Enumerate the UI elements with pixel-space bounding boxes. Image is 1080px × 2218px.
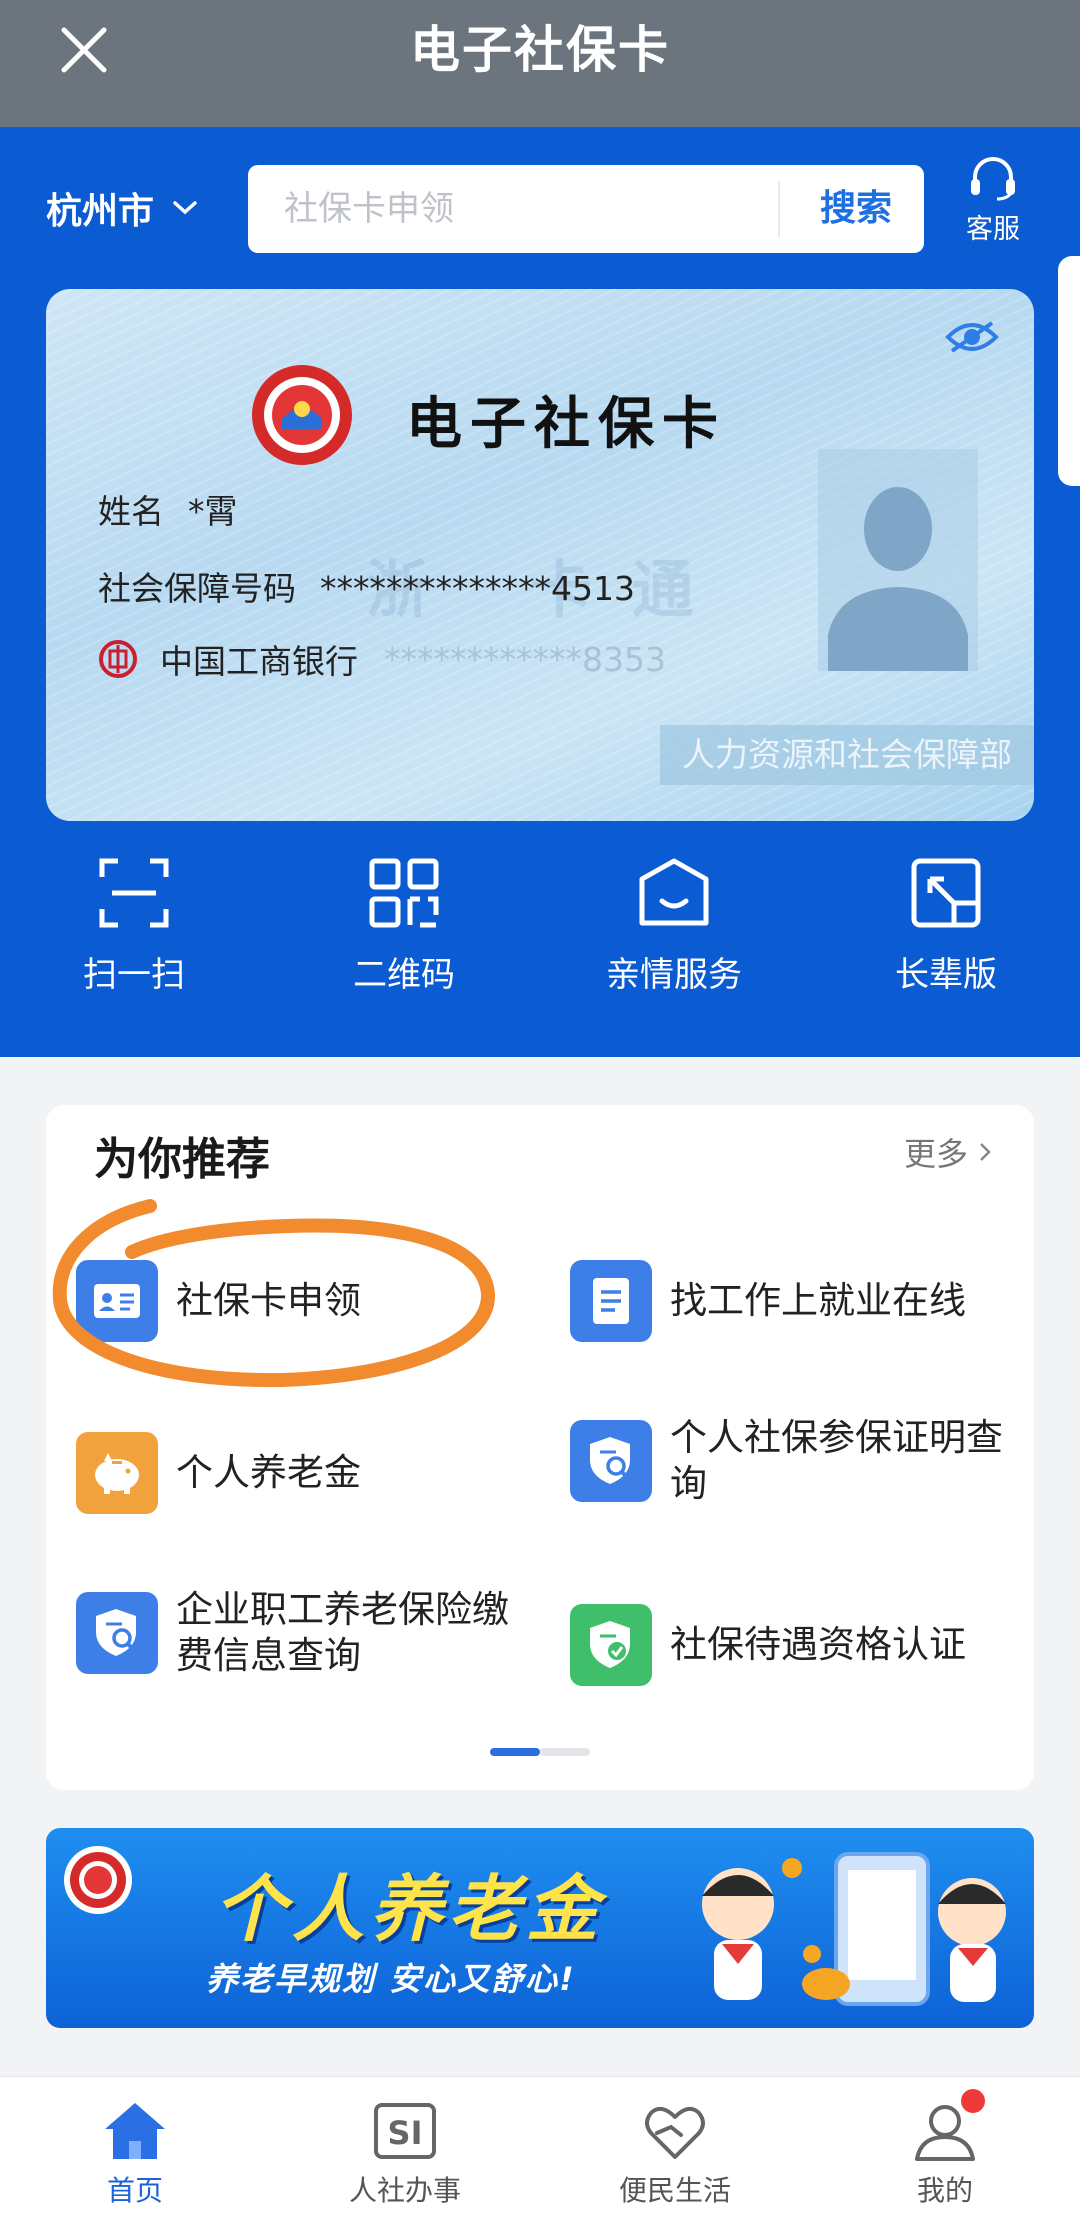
- cartoon-kids-illustration-icon: [702, 1852, 1006, 2006]
- qrcode-button[interactable]: 二维码: [304, 857, 504, 996]
- rec-item-qualification-auth[interactable]: 社保待遇资格认证: [570, 1604, 1010, 1686]
- highlight-annotation: [52, 1199, 496, 1388]
- piggy-bank-icon: [76, 1432, 158, 1514]
- ssn-value: **************4513: [320, 569, 635, 608]
- shield-search-icon: [570, 1420, 652, 1502]
- rec-item-job-search[interactable]: 找工作上就业在线: [570, 1260, 1010, 1342]
- search-button[interactable]: 搜索: [788, 165, 924, 253]
- rec-item-label: 个人养老金: [176, 1451, 361, 1494]
- document-icon: [570, 1260, 652, 1342]
- headset-icon: [971, 157, 1015, 201]
- page-dot: [540, 1748, 590, 1756]
- social-security-logo-icon: [252, 365, 352, 465]
- scan-label: 扫一扫: [83, 955, 185, 995]
- card-ssn-row: 社会保障号码 **************4513: [98, 562, 635, 610]
- scan-button[interactable]: 扫一扫: [34, 857, 234, 996]
- ssn-label: 社会保障号码: [98, 569, 296, 608]
- shield-check-icon: [570, 1604, 652, 1686]
- rec-item-insurance-certificate[interactable]: 个人社保参保证明查询: [570, 1415, 1010, 1507]
- card-bank-row: 中国工商银行 ************8353: [98, 635, 666, 683]
- customer-service-button[interactable]: 客服: [960, 155, 1026, 246]
- tab-life[interactable]: 便民生活: [540, 2077, 810, 2218]
- chevron-down-icon: [173, 201, 197, 215]
- family-service-button[interactable]: 亲情服务: [574, 857, 774, 996]
- elder-mode-label: 长辈版: [895, 955, 997, 995]
- rec-item-label: 找工作上就业在线: [670, 1279, 966, 1322]
- avatar: [818, 449, 978, 671]
- family-service-label: 亲情服务: [606, 955, 742, 995]
- tab-services[interactable]: SI 人社办事: [270, 2077, 540, 2218]
- rec-item-label: 企业职工养老保险缴费信息查询: [176, 1588, 509, 1677]
- tab-label: 人社办事: [348, 2174, 461, 2207]
- hero-section: 杭州市 搜索 客服 浙 卡通 电子社保卡: [0, 127, 1080, 1057]
- si-icon: SI: [374, 2103, 436, 2159]
- banner-title: 个人养老金: [214, 1867, 605, 1951]
- elder-mode-button[interactable]: 长辈版: [846, 857, 1046, 996]
- search-divider: [778, 181, 780, 237]
- more-link[interactable]: 更多: [904, 1129, 992, 1175]
- heart-hand-icon: [645, 2106, 705, 2159]
- tab-label: 我的: [916, 2174, 973, 2207]
- title-bar: 电子社保卡: [0, 0, 1080, 127]
- page-dot-active: [490, 1748, 540, 1756]
- search-input[interactable]: [284, 165, 774, 253]
- tab-label: 首页: [106, 2174, 163, 2207]
- tab-label: 便民生活: [618, 2174, 731, 2207]
- rec-item-label: 社保待遇资格认证: [670, 1623, 966, 1666]
- card-title: 电子社保卡: [406, 391, 726, 457]
- rec-item-personal-pension[interactable]: 个人养老金: [76, 1432, 516, 1514]
- name-label: 姓名: [98, 492, 164, 531]
- qrcode-icon: [369, 858, 439, 928]
- icbc-logo-icon: [99, 640, 137, 678]
- more-label: 更多: [903, 1135, 968, 1173]
- bottom-tab-bar: 首页 SI 人社办事 便民生活 我的: [0, 2076, 1080, 2218]
- pension-banner[interactable]: 个人养老金 养老早规划 安心又舒心!: [46, 1828, 1034, 2028]
- search-box: 搜索: [248, 165, 924, 253]
- tab-home[interactable]: 首页: [0, 2077, 270, 2218]
- city-label: 杭州市: [46, 191, 155, 232]
- shield-search-icon: [76, 1592, 158, 1674]
- qrcode-label: 二维码: [353, 955, 455, 995]
- scan-icon: [99, 858, 169, 928]
- chevron-right-icon: [980, 1143, 991, 1161]
- bank-name: 中国工商银行: [160, 642, 358, 681]
- page-indicator: [490, 1748, 590, 1756]
- page-title: 电子社保卡: [410, 21, 670, 79]
- svg-text:SI: SI: [388, 2114, 423, 2152]
- recommend-title: 为你推荐: [94, 1134, 270, 1185]
- banner-subtitle: 养老早规划 安心又舒心!: [206, 1960, 576, 1998]
- eye-icon[interactable]: [944, 317, 1000, 357]
- bank-card-number: ************8353: [384, 639, 666, 679]
- card-name-row: 姓名 *霄: [98, 485, 238, 533]
- tab-mine[interactable]: 我的: [810, 2077, 1080, 2218]
- customer-service-label: 客服: [966, 214, 1020, 245]
- rec-item-pension-payment-query[interactable]: 企业职工养老保险缴费信息查询: [76, 1587, 516, 1679]
- family-service-icon: [639, 858, 709, 926]
- rec-item-label: 个人社保参保证明查询: [670, 1416, 1003, 1505]
- elder-mode-icon: [911, 858, 981, 928]
- social-security-card[interactable]: 浙 卡通 电子社保卡 姓名 *霄 社会保障号码 **************4513: [46, 289, 1034, 821]
- notification-badge: [958, 2086, 988, 2116]
- home-icon: [105, 2103, 165, 2159]
- card-issuer: 人力资源和社会保障部: [660, 725, 1034, 785]
- social-security-logo-icon: [64, 1846, 132, 1914]
- side-drawer-handle[interactable]: [1058, 256, 1080, 486]
- name-value: *霄: [188, 492, 238, 531]
- city-selector[interactable]: 杭州市: [46, 182, 198, 234]
